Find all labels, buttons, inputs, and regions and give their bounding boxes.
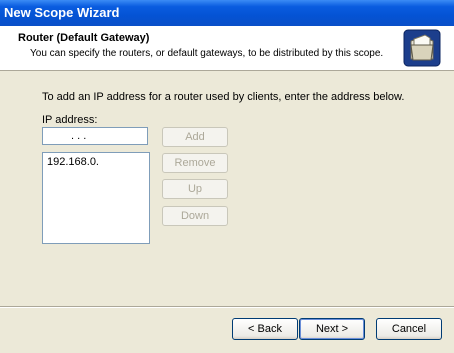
ip-address-input[interactable]: . . .: [42, 127, 148, 145]
window-title: New Scope Wizard: [4, 5, 120, 20]
back-button[interactable]: < Back: [232, 318, 298, 340]
footer-divider: [0, 306, 454, 308]
router-list[interactable]: 192.168.0.: [42, 152, 150, 244]
cancel-button[interactable]: Cancel: [376, 318, 442, 340]
next-button[interactable]: Next >: [299, 318, 365, 340]
up-button[interactable]: Up: [162, 179, 228, 199]
wizard-header: Router (Default Gateway) You can specify…: [0, 26, 454, 71]
folder-wizard-icon: [403, 29, 441, 67]
title-bar[interactable]: New Scope Wizard: [0, 0, 454, 26]
ip-address-dots: . . .: [71, 130, 87, 142]
remove-button[interactable]: Remove: [162, 153, 228, 173]
list-item[interactable]: 192.168.0.: [47, 156, 99, 168]
wizard-window: New Scope Wizard Router (Default Gateway…: [0, 0, 454, 353]
page-title: Router (Default Gateway): [18, 32, 150, 44]
down-button[interactable]: Down: [162, 206, 228, 226]
page-subtitle: You can specify the routers, or default …: [30, 48, 384, 59]
ip-address-label: IP address:: [42, 114, 98, 126]
instruction-text: To add an IP address for a router used b…: [42, 91, 405, 103]
add-button[interactable]: Add: [162, 127, 228, 147]
